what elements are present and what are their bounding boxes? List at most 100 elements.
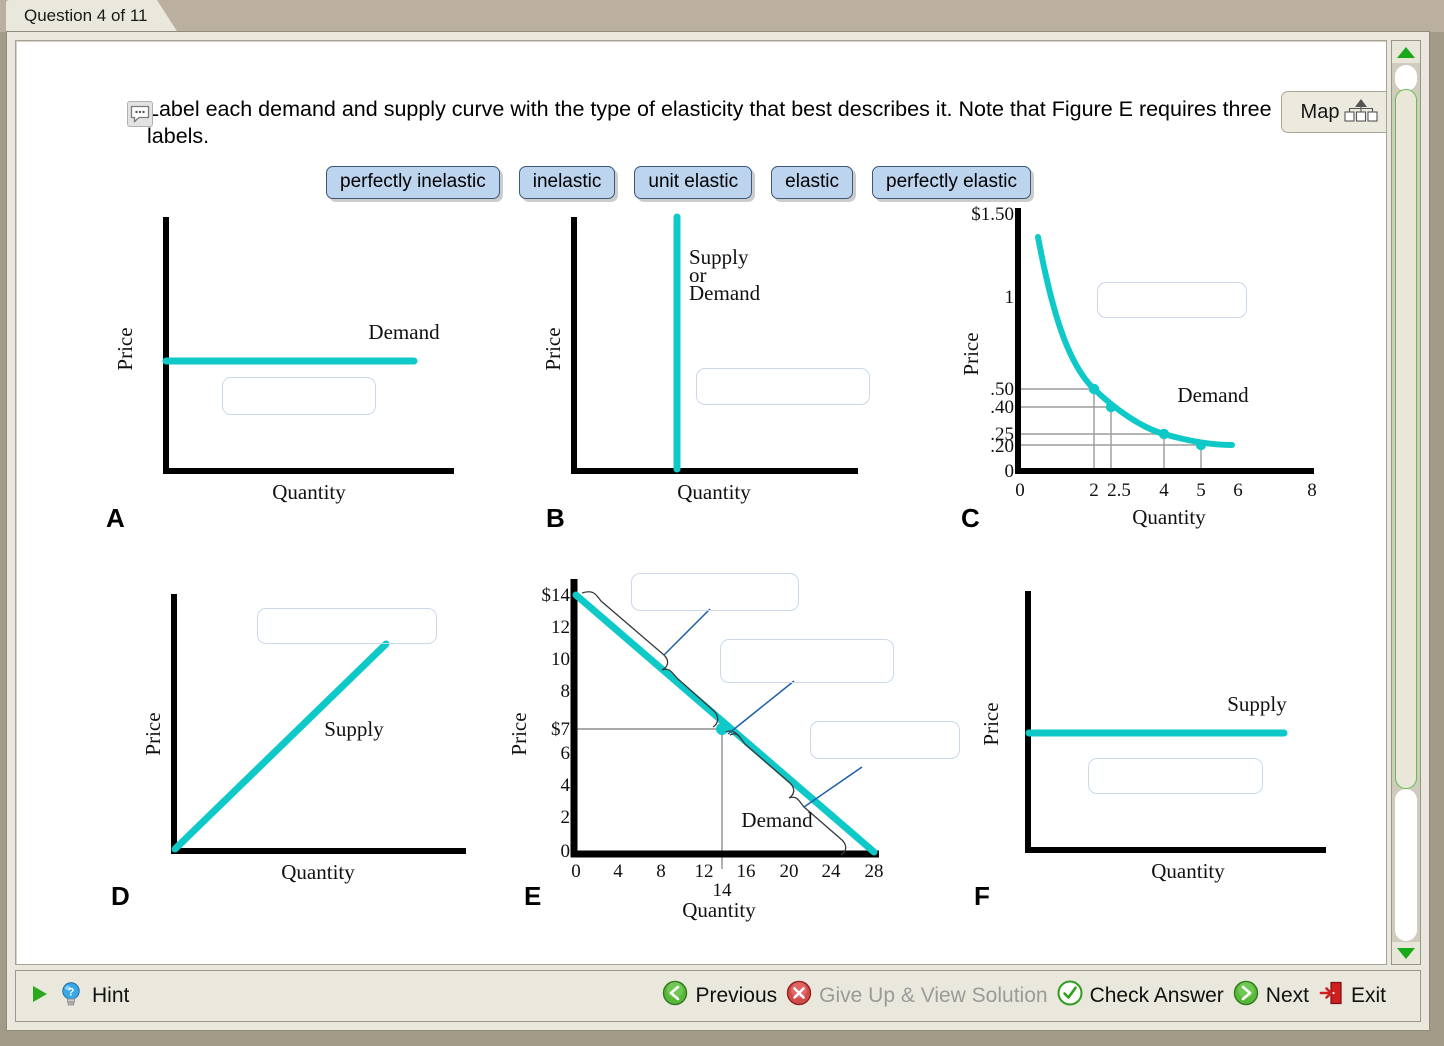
dropbox-a-1[interactable] [222, 377, 376, 415]
question-content-pane: Label each demand and supply curve with … [15, 40, 1387, 965]
scroll-track-above-thumb[interactable] [1395, 65, 1417, 91]
triangle-down-icon [1397, 947, 1415, 959]
axis-label-price-c: Price [959, 332, 983, 375]
hint-label: Hint [92, 984, 130, 1007]
y-ticks-e: $14 12 10 8 $7 6 4 2 0 [542, 585, 571, 862]
svg-text:1: 1 [1005, 287, 1015, 308]
svg-text:4: 4 [1159, 480, 1169, 501]
curve-demand-c [1035, 234, 1235, 448]
panel-letter-e: E [524, 881, 542, 911]
axis-label-quantity-b: Quantity [677, 480, 751, 504]
svg-text:0: 0 [561, 841, 571, 862]
dropbox-e-3[interactable] [810, 721, 960, 759]
svg-text:10: 10 [551, 649, 570, 670]
scroll-track-below-thumb[interactable] [1395, 789, 1417, 941]
axis-label-price-d: Price [141, 712, 165, 755]
dropbox-b-1[interactable] [696, 368, 870, 405]
tab-strip: Question 4 of 11 [0, 0, 1444, 32]
curve-label-demand-c: Demand [1177, 383, 1249, 407]
check-answer-button[interactable]: Check Answer [1057, 980, 1224, 1012]
midpoint-marker-e [716, 723, 728, 735]
play-triangle-icon [30, 984, 50, 1009]
svg-text:$1.50: $1.50 [971, 204, 1014, 225]
svg-text:5: 5 [1196, 480, 1206, 501]
svg-text:8: 8 [561, 681, 571, 702]
panel-letter-f: F [974, 881, 990, 911]
svg-text:4: 4 [613, 861, 623, 882]
svg-text:.20: .20 [990, 436, 1014, 457]
panel-letter-d: D [111, 881, 130, 911]
curve-supply-d [171, 640, 390, 853]
axis-label-quantity-d: Quantity [281, 860, 355, 884]
svg-text:24: 24 [822, 861, 842, 882]
lightbulb-icon: ? [59, 981, 83, 1012]
give-up-view-solution-button[interactable]: Give Up & View Solution [786, 980, 1048, 1012]
dropbox-e-1[interactable] [631, 573, 799, 611]
dropbox-d-1[interactable] [257, 608, 437, 644]
scroll-thumb[interactable] [1395, 89, 1417, 789]
svg-text:?: ? [68, 986, 75, 998]
x-ticks-e: 0 4 8 12 16 20 24 28 14 [571, 861, 883, 901]
dropbox-e-2[interactable] [720, 639, 894, 683]
svg-text:6: 6 [561, 743, 571, 764]
svg-text:12: 12 [695, 861, 714, 882]
panel-letter-c: C [961, 503, 980, 533]
previous-button[interactable]: Previous [662, 980, 777, 1012]
svg-text:0: 0 [1015, 480, 1025, 501]
x-ticks-c: 0 2 2.5 4 5 6 8 [1015, 480, 1317, 501]
curve-label-supply-f: Supply [1227, 692, 1287, 716]
previous-label: Previous [695, 984, 778, 1007]
svg-text:12: 12 [551, 617, 570, 638]
svg-text:8: 8 [1307, 480, 1317, 501]
graph-d: Price Quantity Supply [141, 586, 506, 886]
svg-text:16: 16 [737, 861, 756, 882]
tab-title: Question 4 of 11 [24, 6, 148, 25]
vertical-scrollbar[interactable] [1391, 40, 1421, 965]
bottom-toolbar: ? Hint Previous Give Up & View Solution … [15, 970, 1421, 1022]
panel-letter-b: B [546, 503, 565, 533]
axis-label-quantity-e: Quantity [682, 898, 756, 922]
panel-letter-a: A [106, 503, 125, 533]
next-button[interactable]: Next [1233, 980, 1309, 1012]
graph-f: Price Quantity Supply [976, 581, 1356, 891]
axis-label-quantity-c: Quantity [1132, 505, 1206, 529]
dropbox-c-1[interactable] [1097, 282, 1247, 318]
dropbox-f-1[interactable] [1088, 758, 1263, 794]
svg-text:$7: $7 [551, 719, 570, 740]
next-label: Next [1265, 984, 1309, 1007]
curve-label-supply-or-demand-b: Supply or Demand [689, 245, 761, 305]
graph-grid: Price Quantity Demand A Price Quantity S… [16, 41, 1386, 964]
scroll-down-button[interactable] [1392, 942, 1420, 964]
svg-text:.40: .40 [990, 397, 1014, 418]
svg-text:2.5: 2.5 [1107, 480, 1131, 501]
svg-text:2: 2 [561, 807, 571, 828]
exit-button[interactable]: Exit [1318, 980, 1386, 1012]
green-back-arrow-icon [662, 980, 688, 1012]
graph-b: Price Quantity Supply or Demand [541, 209, 916, 509]
exercise-window: Label each demand and supply curve with … [6, 31, 1430, 1031]
graph-e: $14 12 10 8 $7 6 4 2 0 0 4 8 12 16 20 24… [504, 569, 960, 922]
svg-text:0: 0 [1005, 461, 1015, 482]
green-forward-arrow-icon [1233, 980, 1259, 1012]
curve-label-supply-d: Supply [324, 717, 384, 741]
axis-label-quantity-a: Quantity [272, 480, 346, 504]
scroll-up-button[interactable] [1392, 41, 1420, 63]
svg-text:4: 4 [561, 775, 571, 796]
axis-label-price-a: Price [113, 327, 137, 370]
svg-text:20: 20 [780, 861, 799, 882]
tab-question-4-of-11[interactable]: Question 4 of 11 [6, 0, 178, 32]
triangle-up-icon [1397, 46, 1415, 58]
curve-label-demand-a: Demand [368, 320, 440, 344]
svg-text:8: 8 [656, 861, 666, 882]
axis-label-price-f: Price [979, 702, 1003, 745]
red-x-icon [786, 980, 812, 1012]
svg-text:2: 2 [1089, 480, 1099, 501]
axis-label-quantity-f: Quantity [1151, 859, 1225, 883]
axis-label-price-e: Price [507, 712, 531, 755]
graph-c: $1.50 1 .50 .40 .25 .20 0 0 2 2.5 4 5 6 … [956, 204, 1336, 534]
svg-text:$14: $14 [542, 585, 571, 606]
green-check-icon [1057, 980, 1083, 1012]
svg-text:28: 28 [865, 861, 884, 882]
check-answer-label: Check Answer [1089, 984, 1224, 1007]
hint-button[interactable]: ? Hint [16, 981, 556, 1012]
